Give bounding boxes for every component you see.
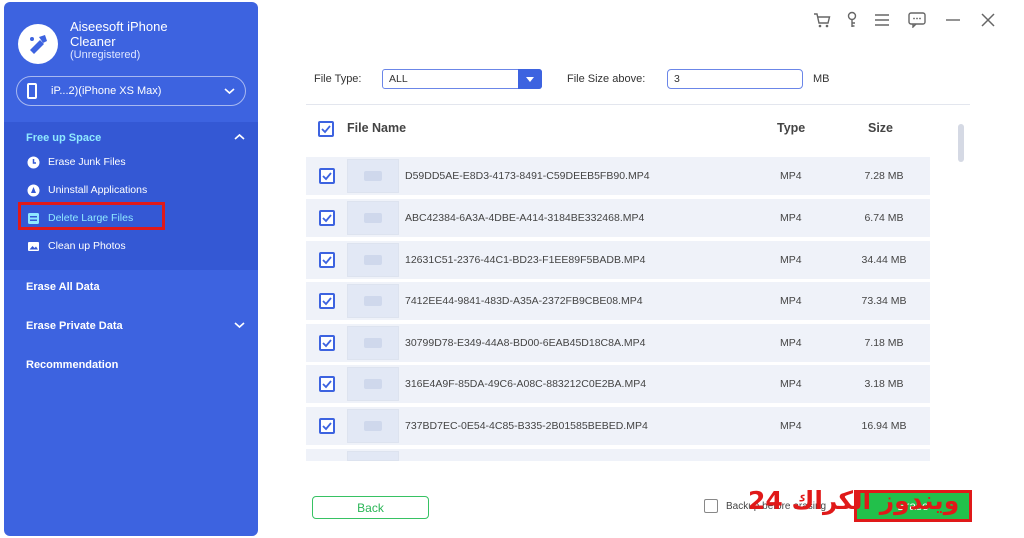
- chevron-down-icon[interactable]: [234, 320, 245, 332]
- sidebar-item-label: Clean up Photos: [48, 240, 126, 252]
- backup-checkbox[interactable]: [704, 499, 718, 513]
- video-thumbnail: [347, 367, 399, 401]
- file-type: MP4: [780, 254, 802, 266]
- row-checkbox[interactable]: [319, 252, 335, 268]
- free-up-space-section: Free up Space Erase Junk Files Uninstall…: [4, 122, 258, 270]
- file-name: 737BD7EC-0E54-4C85-B335-2B01585BEBED.MP4: [405, 420, 648, 432]
- sidebar-item-label: Erase Junk Files: [48, 156, 126, 168]
- row-checkbox[interactable]: [319, 168, 335, 184]
- minimize-icon[interactable]: [942, 10, 964, 30]
- chevron-down-icon: [224, 84, 235, 98]
- video-thumbnail: [347, 451, 399, 461]
- divider: [306, 104, 970, 105]
- row-checkbox[interactable]: [319, 335, 335, 351]
- table-row[interactable]: 737BD7EC-0E54-4C85-B335-2B01585BEBED.MP4…: [306, 407, 930, 445]
- file-size: 3.18 MB: [864, 378, 904, 390]
- video-thumbnail: [347, 159, 399, 193]
- close-icon[interactable]: [977, 10, 999, 30]
- cart-icon[interactable]: [811, 10, 833, 30]
- feedback-icon[interactable]: [906, 10, 928, 30]
- file-name: 7412EE44-9841-483D-A35A-2372FB9CBE08.MP4: [405, 295, 643, 307]
- file-name: ABC42384-6A3A-4DBE-A414-3184BE332468.MP4: [405, 212, 645, 224]
- sidebar-item-erase-private-data[interactable]: Erase Private Data: [26, 320, 123, 332]
- sidebar: Aiseesoft iPhone Cleaner (Unregistered) …: [4, 2, 258, 536]
- file-name: D59DD5AE-E8D3-4173-8491-C59DEEB5FB90.MP4: [405, 170, 650, 182]
- device-selector[interactable]: iP...2)(iPhone XS Max): [16, 76, 246, 106]
- sidebar-item-erase-all-data[interactable]: Erase All Data: [26, 281, 100, 293]
- file-size: 34.44 MB: [861, 254, 907, 266]
- app-window: Aiseesoft iPhone Cleaner (Unregistered) …: [0, 0, 1024, 538]
- table-row[interactable]: 12631C51-2376-44C1-BD23-F1EE89F5BADB.MP4…: [306, 241, 930, 279]
- file-type: MP4: [780, 212, 802, 224]
- table-row[interactable]: D59DD5AE-E8D3-4173-8491-C59DEEB5FB90.MP4…: [306, 157, 930, 195]
- file-type: MP4: [780, 337, 802, 349]
- file-type-label: File Type:: [314, 73, 362, 85]
- select-all-checkbox[interactable]: [318, 121, 334, 137]
- table-row-partial: [306, 449, 930, 461]
- clock-icon: [26, 155, 40, 169]
- video-thumbnail: [347, 243, 399, 277]
- file-size-input[interactable]: 3: [667, 69, 803, 89]
- device-name: iP...2)(iPhone XS Max): [51, 85, 162, 97]
- file-type: MP4: [780, 295, 802, 307]
- watermark-text: ويندوز الكراك 24: [748, 486, 960, 515]
- row-checkbox[interactable]: [319, 210, 335, 226]
- dropdown-arrow-icon[interactable]: [518, 69, 542, 89]
- file-type: MP4: [780, 378, 802, 390]
- sidebar-item-erase-junk-files[interactable]: Erase Junk Files: [26, 155, 126, 169]
- table-row[interactable]: 30799D78-E349-44A8-BD00-6EAB45D18C8A.MP4…: [306, 324, 930, 362]
- row-checkbox[interactable]: [319, 376, 335, 392]
- sidebar-item-label: Uninstall Applications: [48, 184, 148, 196]
- column-header-type[interactable]: Type: [777, 121, 805, 135]
- file-size: 7.18 MB: [864, 337, 904, 349]
- video-thumbnail: [347, 409, 399, 443]
- phone-icon: [27, 83, 37, 99]
- file-size-unit: MB: [813, 73, 830, 85]
- file-type: MP4: [780, 170, 802, 182]
- back-button[interactable]: Back: [312, 496, 429, 519]
- video-thumbnail: [347, 284, 399, 318]
- file-size: 16.94 MB: [861, 420, 907, 432]
- sidebar-item-clean-up-photos[interactable]: Clean up Photos: [26, 239, 126, 253]
- app-logo-icon: [18, 24, 58, 64]
- video-thumbnail: [347, 201, 399, 235]
- highlight-annotation: [18, 202, 165, 230]
- file-name: 316E4A9F-85DA-49C6-A08C-883212C0E2BA.MP4: [405, 378, 647, 390]
- file-type-select[interactable]: ALL: [382, 69, 542, 89]
- column-header-file-name[interactable]: File Name: [347, 121, 406, 135]
- sidebar-item-uninstall-applications[interactable]: Uninstall Applications: [26, 183, 147, 197]
- apps-icon: [26, 183, 40, 197]
- app-title: Aiseesoft iPhone Cleaner: [70, 19, 168, 49]
- chevron-up-icon[interactable]: [234, 132, 245, 144]
- file-size: 7.28 MB: [864, 170, 904, 182]
- table-row[interactable]: 316E4A9F-85DA-49C6-A08C-883212C0E2BA.MP4…: [306, 365, 930, 403]
- file-name: 12631C51-2376-44C1-BD23-F1EE89F5BADB.MP4: [405, 254, 646, 266]
- file-size: 73.34 MB: [861, 295, 907, 307]
- file-size-label: File Size above:: [567, 73, 646, 85]
- video-thumbnail: [347, 326, 399, 360]
- section-title[interactable]: Free up Space: [26, 132, 101, 144]
- photo-icon: [26, 239, 40, 253]
- file-name: 30799D78-E349-44A8-BD00-6EAB45D18C8A.MP4: [405, 337, 646, 349]
- file-type-value: ALL: [389, 73, 408, 85]
- menu-icon[interactable]: [871, 10, 893, 30]
- table-row[interactable]: ABC42384-6A3A-4DBE-A414-3184BE332468.MP4…: [306, 199, 930, 237]
- row-checkbox[interactable]: [319, 418, 335, 434]
- column-header-size[interactable]: Size: [868, 121, 893, 135]
- sidebar-item-recommendation[interactable]: Recommendation: [26, 359, 118, 371]
- key-icon[interactable]: [841, 10, 863, 30]
- file-type: MP4: [780, 420, 802, 432]
- row-checkbox[interactable]: [319, 293, 335, 309]
- table-row[interactable]: 7412EE44-9841-483D-A35A-2372FB9CBE08.MP4…: [306, 282, 930, 320]
- scrollbar-thumb[interactable]: [958, 124, 964, 162]
- registration-status: (Unregistered): [70, 49, 141, 61]
- file-size: 6.74 MB: [864, 212, 904, 224]
